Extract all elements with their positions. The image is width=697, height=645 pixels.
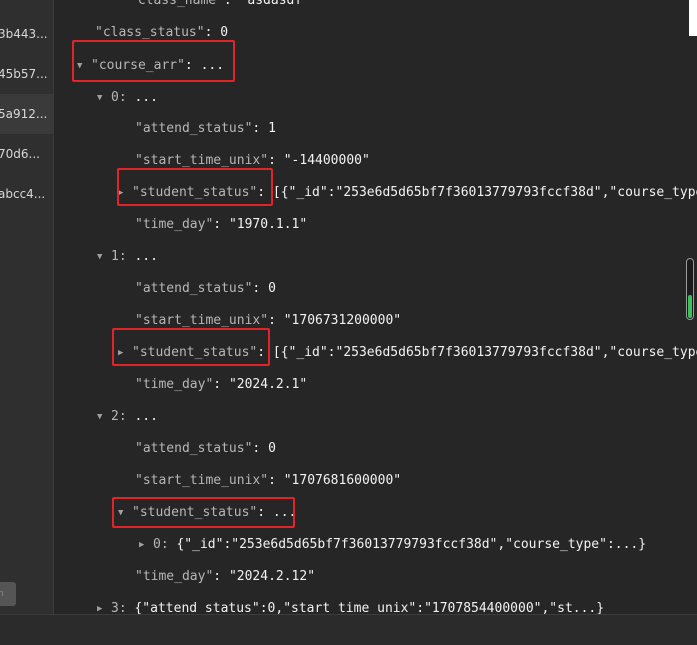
array-index: 3: <box>111 601 127 614</box>
window-edge <box>689 0 697 36</box>
tree-row-time-day: "time_day": "1970.1.1" <box>135 217 308 232</box>
tree-row-student-status-child-0[interactable]: ▶ 0: {"_id":"253e6d5d65bf7f36013779793fcc… <box>139 535 646 555</box>
array-index: 1: <box>111 249 127 264</box>
array-index: 0: <box>153 537 169 552</box>
value-class-status: 0 <box>220 25 229 40</box>
scroll-indicator <box>688 295 692 318</box>
student-status-child-preview: {"_id":"253e6d5d65bf7f36013779793fccf38d… <box>176 537 647 552</box>
item-summary: {"attend_status":0,"start_time_unix":"17… <box>134 601 605 614</box>
tree-row-index-0[interactable]: ▼ 0: ... <box>97 88 158 108</box>
triangle-down-icon[interactable]: ▼ <box>97 407 111 427</box>
tree-row-class-name: "class_name": "asdasdf" <box>130 0 310 11</box>
tree-row-time-day: "time_day": "2024.2.12" <box>135 569 316 584</box>
student-status-preview: [{"_id":"253e6d5d65bf7f36013779793fccf38… <box>272 345 697 360</box>
value-class-name: "asdasdf" <box>239 0 311 8</box>
vertical-scrollbar[interactable] <box>686 258 694 320</box>
tree-row-attend-status: "attend_status": 0 <box>135 441 276 456</box>
tree-row-index-2[interactable]: ▼ 2: ... <box>97 407 158 427</box>
tree-row-index-3[interactable]: ▶ 3: {"attend_status":0,"start_time_unix"… <box>97 599 604 614</box>
triangle-right-icon[interactable]: ▶ <box>97 599 111 614</box>
highlight-box <box>112 497 295 528</box>
key-class-status: "class_status" <box>95 25 205 40</box>
tree-row-attend-status: "attend_status": 0 <box>135 281 276 296</box>
highlight-box <box>117 168 273 206</box>
document-list: 3b443... 45b57... 5a912... 70d6... abcc4… <box>0 0 54 645</box>
json-viewer-window: 3b443... 45b57... 5a912... 70d6... abcc4… <box>0 0 697 645</box>
bottom-status-bar <box>0 614 697 645</box>
document-item-selected[interactable]: 5a912... <box>0 94 53 134</box>
tree-row-attend-status: "attend_status": 1 <box>135 121 276 136</box>
tree-row-start-time-unix: "start_time_unix": "1707681600000" <box>135 473 402 488</box>
triangle-down-icon[interactable]: ▼ <box>97 88 111 108</box>
key-class-name: "class_name" <box>130 0 224 8</box>
collapsed-ellipsis: ... <box>134 90 158 105</box>
collapsed-ellipsis: ... <box>134 409 158 424</box>
collapsed-ellipsis: ... <box>134 249 158 264</box>
document-item[interactable]: 3b443... <box>0 14 53 54</box>
document-item[interactable]: 70d6... <box>0 134 53 174</box>
tree-row-time-day: "time_day": "2024.2.1" <box>135 377 308 392</box>
document-item[interactable]: abcc4... <box>0 174 53 214</box>
sidebar-action-button[interactable]: n <box>0 582 16 606</box>
highlight-box <box>112 328 270 366</box>
array-index: 0: <box>111 90 127 105</box>
triangle-down-icon[interactable]: ▼ <box>97 247 111 267</box>
highlight-box <box>72 40 235 82</box>
triangle-right-icon[interactable]: ▶ <box>139 535 153 555</box>
document-item[interactable]: 45b57... <box>0 54 53 94</box>
json-tree: "class_name": "asdasdf" "class_status": … <box>55 0 697 614</box>
student-status-preview: [{"_id":"253e6d5d65bf7f36013779793fccf38… <box>272 185 697 200</box>
array-index: 2: <box>111 409 127 424</box>
tree-row-index-1[interactable]: ▼ 1: ... <box>97 247 158 267</box>
